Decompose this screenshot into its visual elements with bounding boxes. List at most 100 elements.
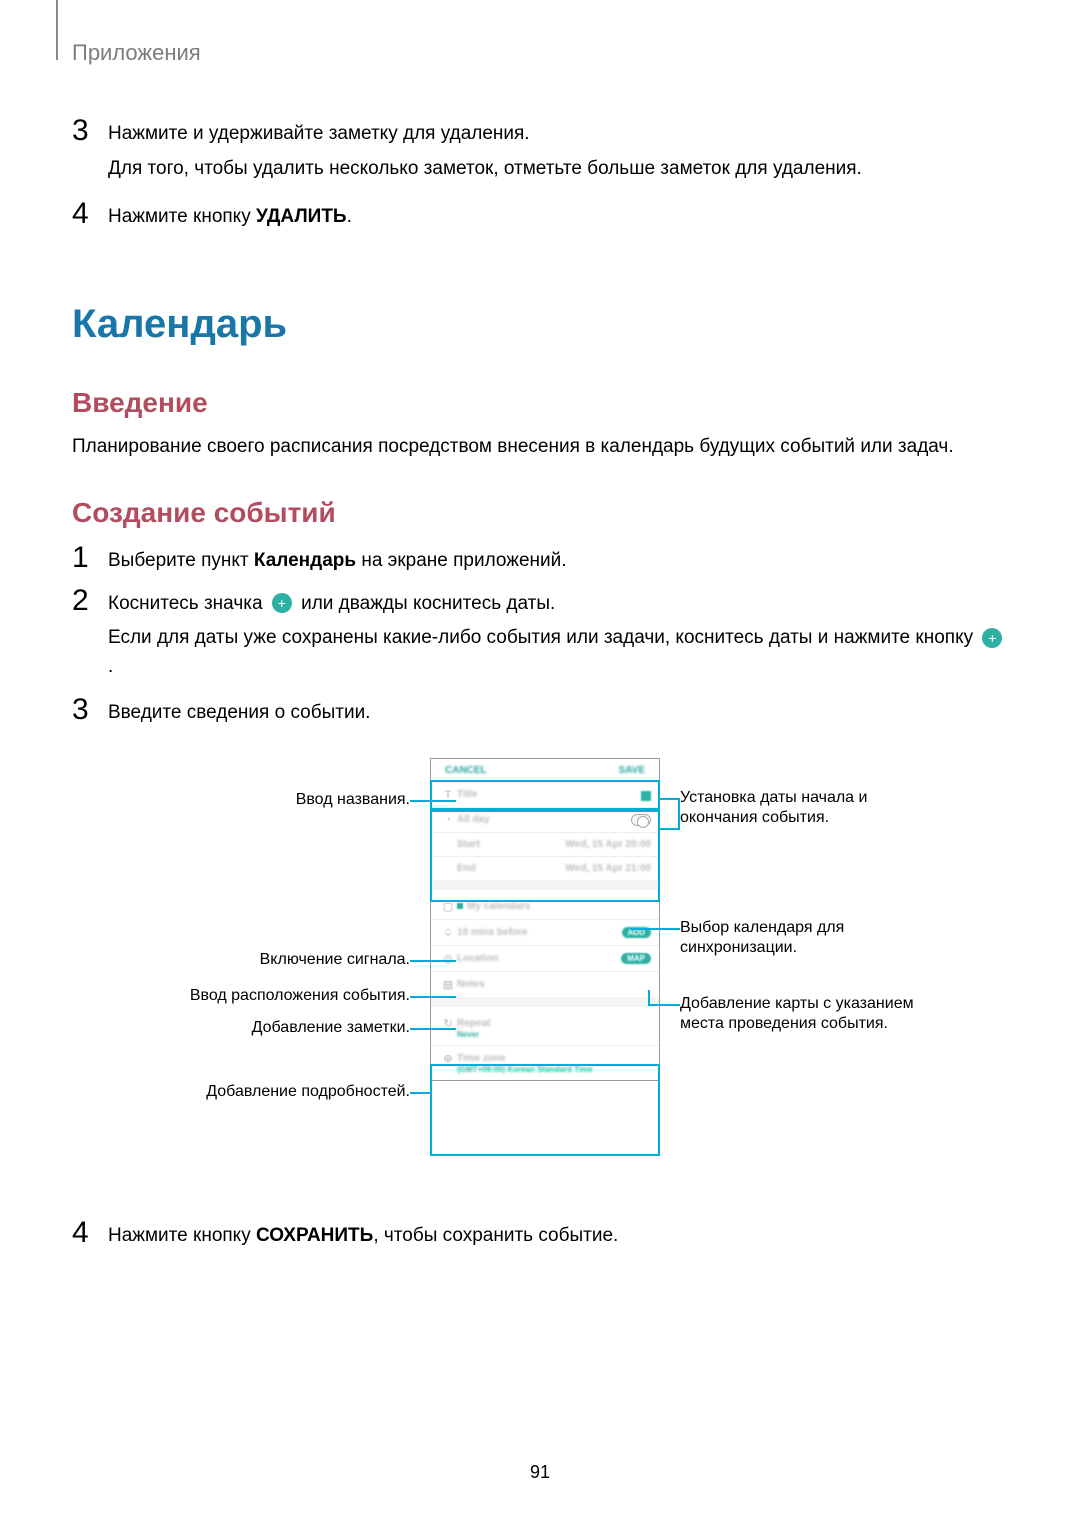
row-value: Wed, 15 Apr 21:00 <box>497 863 651 874</box>
step-text: Нажмите и удерживайте заметку для удален… <box>108 120 862 149</box>
step-text: . <box>347 206 352 227</box>
step-number: 4 <box>72 1218 108 1251</box>
step-number: 2 <box>72 586 108 682</box>
phone-row-notes: ▤ Notes <box>431 971 659 997</box>
phone-row-tz: ⊕ Time zone (GMT+09:00) Korean Standard … <box>431 1045 659 1080</box>
callout-line <box>410 800 456 802</box>
row-label: Time zone <box>457 1053 651 1064</box>
row-label: Start <box>457 839 497 850</box>
note-icon: ▤ <box>439 978 457 991</box>
calendar-icon: ▢ <box>439 900 457 913</box>
phone-row-title: T Title <box>431 782 659 807</box>
step-text-2: Если для даты уже сохранены какие-либо с… <box>108 624 1008 681</box>
row-label: Title <box>457 789 651 800</box>
callout-line <box>410 996 456 998</box>
step-text: Если для даты уже сохранены какие-либо с… <box>108 627 978 648</box>
step-text: Для того, чтобы удалить несколько замето… <box>108 155 862 184</box>
step-text: Нажмите кнопку <box>108 1225 256 1246</box>
section-title: Календарь <box>72 302 1008 347</box>
phone-row-start: Start Wed, 15 Apr 20:00 <box>431 832 659 856</box>
callout-left-1: Ввод названия. <box>150 790 410 811</box>
step-bold-text: СОХРАНИТЬ <box>256 1225 373 1246</box>
callout-left-4: Добавление заметки. <box>150 1018 410 1039</box>
step-bold-text: Календарь <box>254 550 356 571</box>
phone-row-allday: ◔ All day <box>431 807 659 832</box>
bell-icon: ♤ <box>439 926 457 939</box>
callout-line <box>630 928 680 930</box>
globe-icon: ⊕ <box>439 1052 457 1065</box>
callout-left-5: Добавление подробностей. <box>150 1082 410 1103</box>
row-value: Wed, 15 Apr 20:00 <box>497 839 651 850</box>
phone-row-end: End Wed, 15 Apr 21:00 <box>431 856 659 880</box>
step-number: 1 <box>72 543 108 576</box>
step-body: Нажмите кнопку УДАЛИТЬ. <box>108 199 352 232</box>
step-bold-text: УДАЛИТЬ <box>256 206 347 227</box>
step-text: , чтобы сохранить событие. <box>373 1225 618 1246</box>
dot-icon <box>457 903 463 909</box>
callout-right-1: Установка даты начала и окончания событи… <box>680 788 940 830</box>
phone-row-calendars: ▢ My calendars <box>431 880 659 919</box>
step-body: Выберите пункт Календарь на экране прило… <box>108 543 567 576</box>
save-label: SAVE <box>619 765 646 776</box>
step-3-top: 3 Нажмите и удерживайте заметку для удал… <box>72 116 1008 183</box>
step-text: или дважды коснитесь даты. <box>301 593 555 614</box>
callout-line <box>410 1092 430 1094</box>
header-rule <box>56 0 58 60</box>
callout-line <box>648 1004 680 1006</box>
create-step-4: 4 Нажмите кнопку СОХРАНИТЬ, чтобы сохран… <box>72 1218 1008 1251</box>
location-icon: ◎ <box>439 952 457 965</box>
color-swatch <box>641 791 651 801</box>
step-number: 3 <box>72 116 108 183</box>
intro-text: Планирование своего расписания посредств… <box>72 433 1008 462</box>
callout-right-3: Добавление карты с указанием места прове… <box>680 994 940 1036</box>
row-label: All day <box>457 814 631 825</box>
page-content: Приложения 3 Нажмите и удерживайте замет… <box>0 0 1080 1250</box>
step-text: Нажмите кнопку <box>108 206 256 227</box>
cancel-label: CANCEL <box>445 765 487 776</box>
toggle-icon <box>631 814 651 826</box>
callout-line <box>678 798 680 830</box>
create-step-1: 1 Выберите пункт Календарь на экране при… <box>72 543 1008 576</box>
phone-row-location: ◎ Location MAP <box>431 945 659 971</box>
page-number: 91 <box>0 1462 1080 1483</box>
row-label: 10 mins before <box>457 927 622 938</box>
callout-line <box>410 960 456 962</box>
callout-line <box>660 828 680 830</box>
plus-icon: + <box>982 628 1002 648</box>
step-body: Нажмите и удерживайте заметку для удален… <box>108 116 862 183</box>
map-pill: MAP <box>621 953 651 964</box>
intro-heading: Введение <box>72 387 1008 419</box>
plus-icon: + <box>272 593 292 613</box>
phone-mock: CANCEL SAVE T Title ◔ All day Start Wed,… <box>430 758 660 1081</box>
callout-line <box>648 990 650 1006</box>
row-label: End <box>457 863 497 874</box>
row-label: Notes <box>457 979 651 990</box>
create-step-3: 3 Введите сведения о событии. <box>72 695 1008 728</box>
step-body: Коснитесь значка + или дважды коснитесь … <box>108 586 1008 682</box>
event-editor-diagram: CANCEL SAVE T Title ◔ All day Start Wed,… <box>150 758 930 1188</box>
step-body: Введите сведения о событии. <box>108 695 370 728</box>
callout-line <box>410 1028 456 1030</box>
clock-icon: ◔ <box>439 814 457 826</box>
step-text: . <box>108 656 113 677</box>
row-label: Repeat <box>457 1018 651 1029</box>
step-text: Выберите пункт <box>108 550 254 571</box>
phone-row-reminder: ♤ 10 mins before ADD <box>431 919 659 945</box>
phone-row-repeat: ↻ Repeat Never <box>431 997 659 1045</box>
step-number: 3 <box>72 695 108 728</box>
create-step-2: 2 Коснитесь значка + или дважды коснитес… <box>72 586 1008 682</box>
row-label: My calendars <box>467 901 651 912</box>
step-body: Нажмите кнопку СОХРАНИТЬ, чтобы сохранит… <box>108 1218 618 1251</box>
step-4-top: 4 Нажмите кнопку УДАЛИТЬ. <box>72 199 1008 232</box>
step-text: на экране приложений. <box>356 550 567 571</box>
row-label: Location <box>457 953 621 964</box>
step-text: Коснитесь значка <box>108 593 268 614</box>
step-number: 4 <box>72 199 108 232</box>
callout-line <box>660 798 680 800</box>
row-value: (GMT+09:00) Korean Standard Time <box>457 1065 593 1074</box>
create-heading: Создание событий <box>72 497 1008 529</box>
callout-left-2: Включение сигнала. <box>150 950 410 971</box>
callout-right-2: Выбор календаря для синхронизации. <box>680 918 940 960</box>
row-value: Never <box>457 1030 479 1039</box>
callout-left-3: Ввод расположения события. <box>150 986 410 1007</box>
